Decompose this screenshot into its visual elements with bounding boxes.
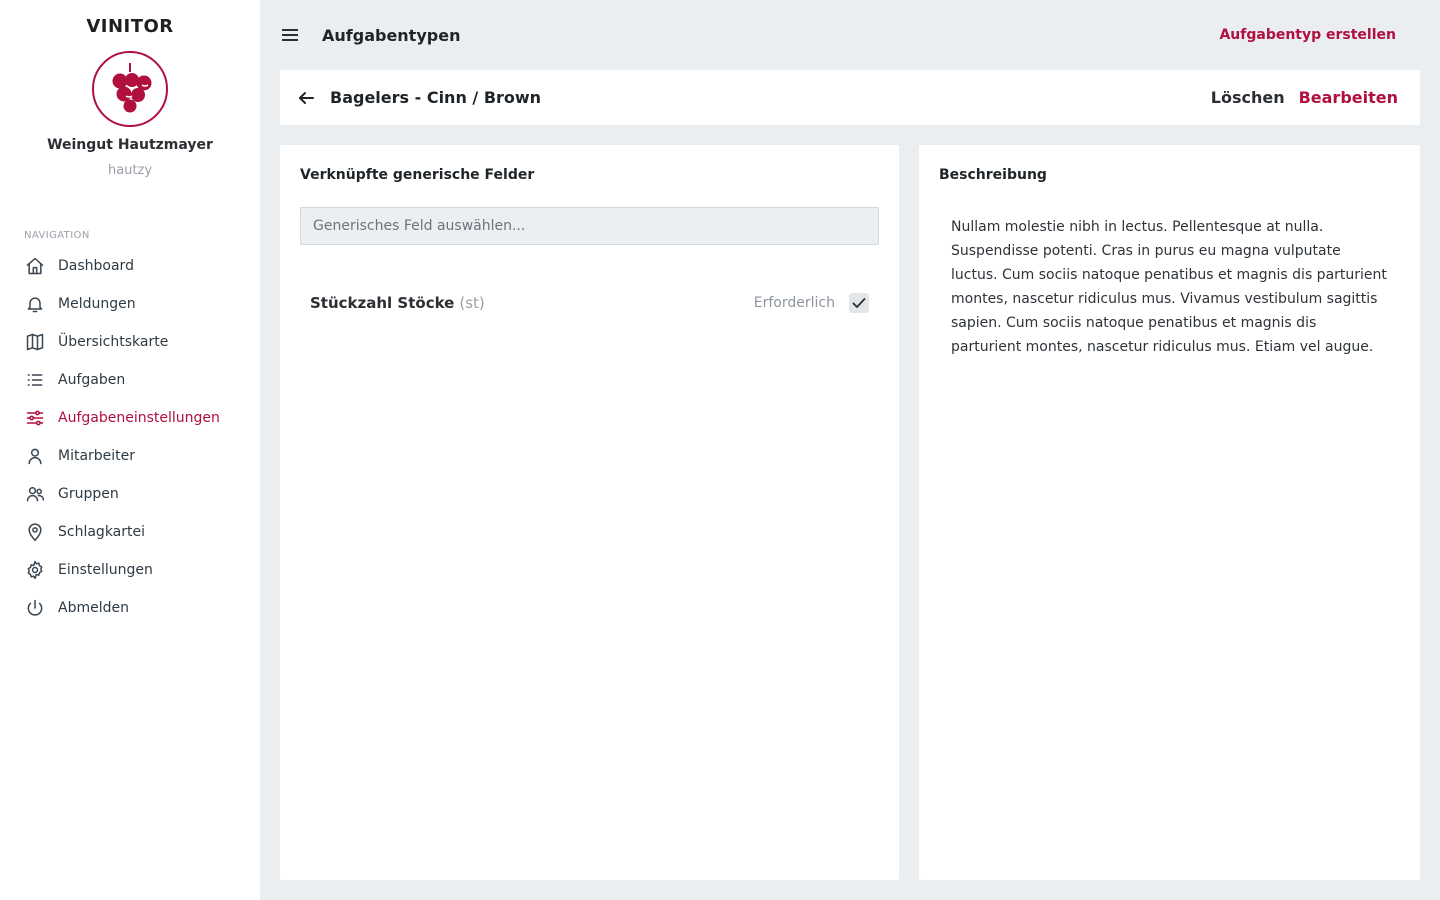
hamburger-menu-icon[interactable]	[282, 26, 300, 44]
generic-field-select[interactable]	[300, 207, 879, 245]
description-title: Beschreibung	[939, 167, 1047, 183]
required-label: Erforderlich	[753, 295, 835, 311]
sidebar-item-label: Aufgaben	[58, 372, 126, 388]
home-icon	[24, 255, 46, 277]
nav-list: Dashboard Meldungen Übersichtskarte Aufg…	[0, 247, 260, 627]
nav-heading: NAVIGATION	[24, 230, 90, 241]
sidebar-item-abmelden[interactable]: Abmelden	[0, 589, 260, 627]
create-task-type-button[interactable]: Aufgabentyp erstellen	[1219, 27, 1396, 43]
sidebar-item-label: Meldungen	[58, 296, 136, 312]
map-pin-icon	[24, 521, 46, 543]
sidebar-item-aufgabeneinstellungen[interactable]: Aufgabeneinstellungen	[0, 399, 260, 437]
sidebar-item-uebersichtskarte[interactable]: Übersichtskarte	[0, 323, 260, 361]
list-item: Stückzahl Stöcke (st) Erforderlich	[300, 293, 879, 313]
field-unit: (st)	[459, 294, 485, 312]
organization-user: hautzy	[107, 163, 153, 178]
sidebar-item-schlagkartei[interactable]: Schlagkartei	[0, 513, 260, 551]
sidebar-item-label: Aufgabeneinstellungen	[58, 410, 220, 426]
back-arrow-icon[interactable]	[298, 90, 314, 106]
grape-logo-icon	[92, 51, 168, 127]
bell-icon	[24, 293, 46, 315]
page-title: Aufgabentypen	[322, 25, 461, 45]
field-name: Stückzahl Stöcke	[310, 294, 455, 312]
organization-name: Weingut Hautzmayer	[47, 137, 213, 153]
description-card: Beschreibung Nullam molestie nibh in lec…	[919, 145, 1420, 880]
map-icon	[24, 331, 46, 353]
sidebar-item-label: Einstellungen	[58, 562, 153, 578]
edit-button[interactable]: Bearbeiten	[1299, 88, 1398, 107]
description-text: Nullam molestie nibh in lectus. Pellente…	[951, 219, 1387, 355]
brand-title: VINITOR	[86, 16, 174, 37]
sidebar-item-aufgaben[interactable]: Aufgaben	[0, 361, 260, 399]
linked-fields-card: Verknüpfte generische Felder Stückzahl S…	[280, 145, 899, 880]
app: VINITOR Weingut Hautzmayer hautzy NAVIGA…	[0, 0, 1440, 900]
user-icon	[24, 445, 46, 467]
list-icon	[24, 369, 46, 391]
check-icon	[852, 298, 866, 308]
sidebar-item-label: Gruppen	[58, 486, 119, 502]
required-checkbox[interactable]	[849, 293, 869, 313]
sidebar-item-label: Dashboard	[58, 258, 134, 274]
sidebar-item-label: Schlagkartei	[58, 524, 146, 540]
detail-header: Bagelers - Cinn / Brown Löschen Bearbeit…	[280, 70, 1420, 125]
detail-cards: Verknüpfte generische Felder Stückzahl S…	[280, 145, 1420, 880]
sidebar-item-label: Übersichtskarte	[58, 334, 169, 350]
sliders-icon	[24, 407, 46, 429]
users-icon	[24, 483, 46, 505]
header-actions: Löschen Bearbeiten	[1211, 88, 1398, 107]
power-icon	[24, 597, 46, 619]
delete-button[interactable]: Löschen	[1211, 88, 1285, 107]
main-content: Aufgabentypen Aufgabentyp erstellen Bage…	[260, 0, 1440, 900]
topbar: Aufgabentypen Aufgabentyp erstellen	[280, 0, 1420, 70]
sidebar-item-dashboard[interactable]: Dashboard	[0, 247, 260, 285]
task-type-title: Bagelers - Cinn / Brown	[330, 88, 542, 107]
sidebar: VINITOR Weingut Hautzmayer hautzy NAVIGA…	[0, 0, 260, 900]
sidebar-item-mitarbeiter[interactable]: Mitarbeiter	[0, 437, 260, 475]
sidebar-item-label: Abmelden	[58, 600, 129, 616]
sidebar-item-einstellungen[interactable]: Einstellungen	[0, 551, 260, 589]
sidebar-item-label: Mitarbeiter	[58, 448, 136, 464]
linked-fields-title: Verknüpfte generische Felder	[300, 167, 535, 183]
sidebar-item-meldungen[interactable]: Meldungen	[0, 285, 260, 323]
sidebar-item-gruppen[interactable]: Gruppen	[0, 475, 260, 513]
gear-icon	[24, 559, 46, 581]
